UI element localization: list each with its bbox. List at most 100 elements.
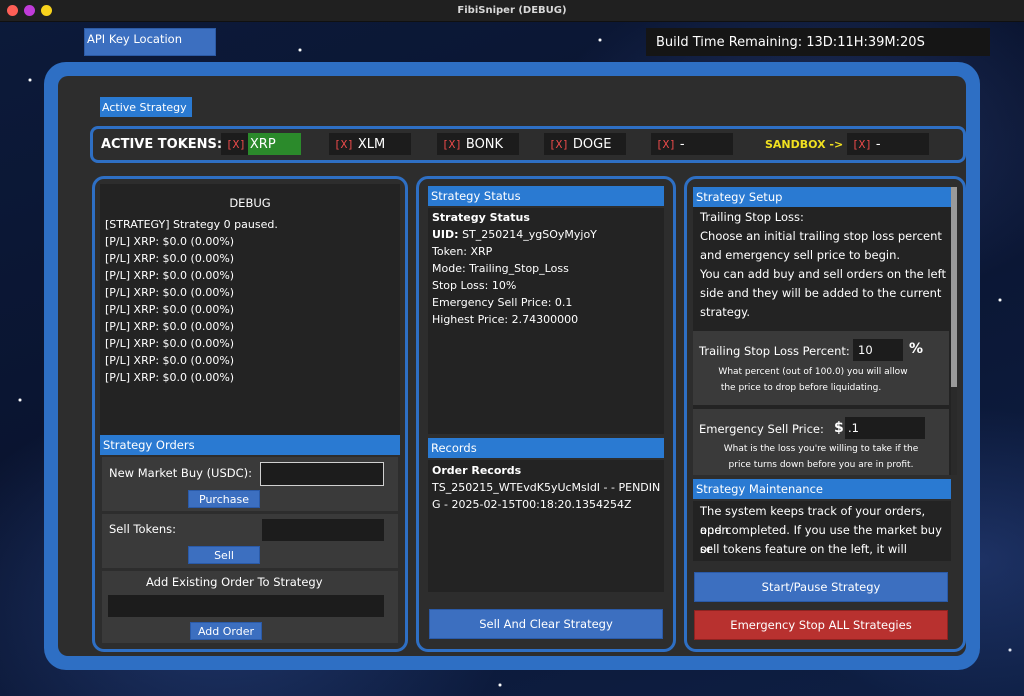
token-slot-doge[interactable]: [X] DOGE <box>544 133 626 155</box>
records-pane: Order Records TS_250215_WTEvdK5yUcMsldI … <box>428 460 664 592</box>
strategy-highest-price: Highest Price: 2.74300000 <box>432 313 579 326</box>
existing-order-input[interactable] <box>108 595 384 617</box>
sell-and-clear-strategy-button[interactable]: Sell And Clear Strategy <box>429 609 663 639</box>
market-buy-row: New Market Buy (USDC): Purchase <box>102 457 398 511</box>
main-content: Active Strategy ACTIVE TOKENS: [X] XRP [… <box>58 76 966 656</box>
token-name[interactable]: XLM <box>356 133 389 155</box>
active-tokens-label: ACTIVE TOKENS: <box>101 137 223 152</box>
maximize-window-button[interactable] <box>41 5 52 16</box>
add-existing-order-label: Add Existing Order To Strategy <box>146 575 323 589</box>
emergency-sell-price-note: price turns down before you are in profi… <box>728 460 914 470</box>
strategy-maintenance-pane: The system keeps track of your orders, o… <box>693 501 951 561</box>
strategy-status-header: Strategy Status <box>428 186 664 206</box>
token-name[interactable]: - <box>874 133 885 155</box>
debug-log-line: [P/L] XRP: $0.0 (0.00%) <box>105 320 235 333</box>
uid-value: ST_250214_ygSOyMyjoY <box>462 228 597 241</box>
add-existing-order-row: Add Existing Order To Strategy Add Order <box>102 571 398 643</box>
main-frame: Active Strategy ACTIVE TOKENS: [X] XRP [… <box>44 62 980 670</box>
debug-log-line: [P/L] XRP: $0.0 (0.00%) <box>105 235 235 248</box>
status-records-panel: Strategy Status Strategy Status UID: ST_… <box>416 176 676 652</box>
maintenance-text-line: sell tokens feature on the left, it will <box>700 542 907 556</box>
strategy-maintenance-header: Strategy Maintenance <box>693 479 951 499</box>
sell-tokens-row: Sell Tokens: Sell <box>102 514 398 568</box>
setup-instruction-line: You can add buy and sell orders on the l… <box>700 267 946 281</box>
token-slot-empty[interactable]: [X] - <box>651 133 733 155</box>
token-slot-bonk[interactable]: [X] BONK <box>437 133 519 155</box>
debug-log-line: [P/L] XRP: $0.0 (0.00%) <box>105 269 235 282</box>
trailing-stop-loss-input[interactable]: 10 <box>853 339 903 361</box>
api-key-location-button[interactable]: API Key Location <box>84 28 216 56</box>
token-name[interactable]: - <box>678 133 689 155</box>
sell-tokens-input[interactable] <box>262 519 384 541</box>
token-slot-xlm[interactable]: [X] XLM <box>329 133 411 155</box>
strategy-setup-header: Strategy Setup <box>693 187 951 207</box>
window-title: FibiSniper (DEBUG) <box>457 5 567 16</box>
sell-button[interactable]: Sell <box>188 546 260 564</box>
dollar-currency-label: $ <box>834 420 844 436</box>
sandbox-label: SANDBOX -> <box>765 138 844 151</box>
setup-instruction-line: and emergency sell price to begin. <box>700 248 901 262</box>
sell-tokens-label: Sell Tokens: <box>109 522 177 536</box>
strategy-stop-loss: Stop Loss: 10% <box>432 279 517 292</box>
debug-log-pane: DEBUG [STRATEGY] Strategy 0 paused. [P/L… <box>100 184 400 435</box>
strategy-mode: Mode: Trailing_Stop_Loss <box>432 262 569 275</box>
purchase-button[interactable]: Purchase <box>188 490 260 508</box>
emergency-sell-price-note: What is the loss you're willing to take … <box>723 444 919 454</box>
debug-log-line: [P/L] XRP: $0.0 (0.00%) <box>105 337 235 350</box>
debug-log-line: [P/L] XRP: $0.0 (0.00%) <box>105 354 235 367</box>
tab-active-strategy[interactable]: Active Strategy <box>100 97 192 117</box>
remove-token-button[interactable]: [X] <box>437 138 464 151</box>
remove-token-button[interactable]: [X] <box>651 138 678 151</box>
setup-instruction-line: strategy. <box>700 305 750 319</box>
strategy-emergency-sell: Emergency Sell Price: 0.1 <box>432 296 573 309</box>
setup-instruction-line: side and they will be added to the curre… <box>700 286 942 300</box>
emergency-sell-price-input[interactable]: .1 <box>845 417 925 439</box>
minimize-window-button[interactable] <box>24 5 35 16</box>
active-tokens-bar: ACTIVE TOKENS: [X] XRP [X] XLM [X] BONK … <box>90 126 966 163</box>
setup-scrollbar-thumb[interactable] <box>951 187 957 387</box>
debug-orders-panel: DEBUG [STRATEGY] Strategy 0 paused. [P/L… <box>92 176 408 652</box>
strategy-token: Token: XRP <box>432 245 493 258</box>
emergency-sell-price-row: Emergency Sell Price: $ .1 What is the l… <box>693 409 949 475</box>
strategy-setup-pane: Trailing Stop Loss: Choose an initial tr… <box>693 207 951 475</box>
window-titlebar: FibiSniper (DEBUG) <box>0 0 1024 22</box>
token-name[interactable]: DOGE <box>571 133 616 155</box>
window-controls <box>7 5 52 16</box>
strategy-uid: UID: ST_250214_ygSOyMyjoY <box>432 228 597 241</box>
records-header: Records <box>428 438 664 458</box>
order-record-line: TS_250215_WTEvdK5yUcMsldI - - PENDIN <box>432 481 661 494</box>
debug-log-line: [P/L] XRP: $0.0 (0.00%) <box>105 303 235 316</box>
remove-token-button[interactable]: [X] <box>221 138 248 151</box>
setup-scrollbar[interactable] <box>951 187 957 475</box>
trailing-stop-loss-note: the price to drop before liquidating. <box>720 383 882 393</box>
trailing-stop-loss-row: Trailing Stop Loss Percent: 10 % What pe… <box>693 331 949 405</box>
setup-instruction-line: Choose an initial trailing stop loss per… <box>700 229 942 243</box>
token-name[interactable]: XRP <box>247 133 301 155</box>
strategy-status-heading: Strategy Status <box>432 211 530 224</box>
token-slot-sandbox[interactable]: [X] - <box>847 133 929 155</box>
remove-token-button[interactable]: [X] <box>329 138 356 151</box>
debug-log-line: [P/L] XRP: $0.0 (0.00%) <box>105 371 235 384</box>
emergency-sell-price-label: Emergency Sell Price: <box>699 422 824 436</box>
remove-token-button[interactable]: [X] <box>847 138 874 151</box>
setup-maintenance-panel: Strategy Setup Trailing Stop Loss: Choos… <box>684 176 966 652</box>
setup-instruction-line: Trailing Stop Loss: <box>700 210 804 224</box>
start-pause-strategy-button[interactable]: Start/Pause Strategy <box>694 572 948 602</box>
add-order-button[interactable]: Add Order <box>190 622 262 640</box>
market-buy-label: New Market Buy (USDC): <box>109 466 253 480</box>
token-slot-xrp[interactable]: [X] XRP <box>221 133 301 155</box>
debug-log-line: [STRATEGY] Strategy 0 paused. <box>105 218 278 231</box>
token-name[interactable]: BONK <box>464 133 507 155</box>
close-window-button[interactable] <box>7 5 18 16</box>
emergency-stop-all-button[interactable]: Emergency Stop ALL Strategies <box>694 610 948 640</box>
strategy-orders-header: Strategy Orders <box>100 435 400 455</box>
strategy-status-pane: Strategy Status UID: ST_250214_ygSOyMyjo… <box>428 208 664 434</box>
percent-unit-label: % <box>909 341 924 357</box>
trailing-stop-loss-note: What percent (out of 100.0) you will all… <box>718 367 908 377</box>
remove-token-button[interactable]: [X] <box>544 138 571 151</box>
build-time-remaining: Build Time Remaining: 13D:11H:39M:20S <box>646 28 990 56</box>
trailing-stop-loss-label: Trailing Stop Loss Percent: <box>699 344 850 358</box>
order-records-heading: Order Records <box>432 464 522 477</box>
debug-log-line: [P/L] XRP: $0.0 (0.00%) <box>105 252 235 265</box>
market-buy-input[interactable] <box>260 462 384 486</box>
